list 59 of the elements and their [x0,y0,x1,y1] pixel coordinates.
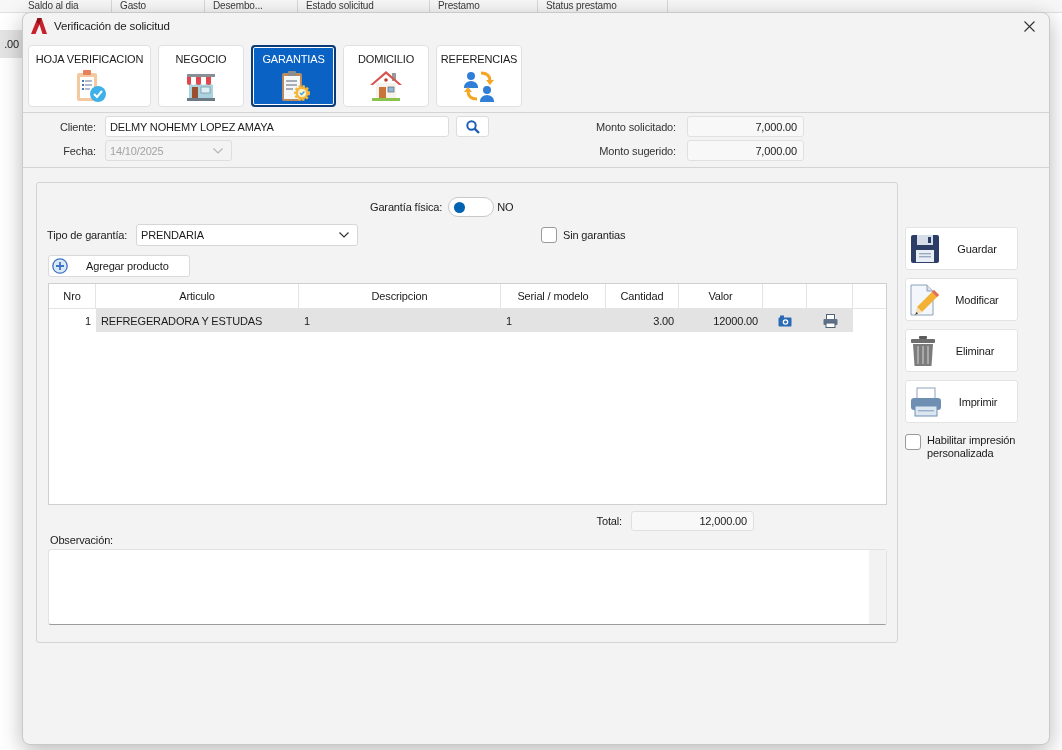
toggle-switch[interactable] [448,197,495,217]
search-icon [465,119,480,134]
field-label: Tipo de garantía: [47,229,129,241]
close-icon [1023,20,1035,32]
plus-circle-icon [52,258,68,274]
table-row[interactable]: 1 REFREGERADORA Y ESTUDAS 1 1 3.00 12000.00 [49,309,853,332]
column-header: Articulo [96,284,299,308]
column-header: Nro [49,284,96,308]
document-pencil-icon [910,283,940,316]
checkbox-label: Habilitar impresión personalizada [927,434,1017,460]
table-row[interactable]: .00 [0,30,22,58]
client-field[interactable]: DELMY NOHEMY LOPEZ AMAYA [105,116,449,137]
table-cell-text: 3.00 [652,313,675,329]
table-cell-text: 1 [303,313,311,329]
tab[interactable]: DOMICILIO [343,45,429,107]
toggle-state-text: NO [497,201,514,213]
field-label: Monto sugerido: [598,144,676,157]
checkbox-label: Sin garantias [563,229,626,241]
column-header: Descripcion [299,284,501,308]
field-label: Total: [595,515,622,527]
camera-icon[interactable] [778,314,792,327]
field-label: Garantía física: [370,201,443,213]
table-cell-text: 12000.00 [712,313,759,329]
column-header: Serial / modelo [501,284,606,308]
chevron-down-icon [339,232,349,238]
table-cell: 1 [49,309,96,332]
column-header: Valor [679,284,763,308]
guarantee-type-dropdown[interactable]: PRENDARIA [136,224,358,246]
tab[interactable]: HOJA VERIFICACION [28,45,151,107]
printer-icon [910,386,942,417]
table-cell-text: 1 [505,313,513,329]
field-label: Fecha: [62,144,96,157]
field-label: Observación: [50,534,113,547]
field-label: Cliente: [58,120,96,133]
table-cell-text: REFREGERADORA Y ESTUDAS [100,313,264,329]
action-button[interactable]: Guardar [905,227,1018,270]
tab[interactable]: NEGOCIO [158,45,244,107]
people-arrows-icon [462,69,496,103]
column-header: Cantidad [606,284,679,308]
total-field[interactable]: 12,000.00 [631,511,754,531]
logo-icon [31,18,47,34]
search-button[interactable] [456,116,489,137]
amount-field[interactable]: 7,000.00 [687,116,804,137]
checkbox[interactable] [541,227,557,243]
tab[interactable]: GARANTIAS [251,45,336,107]
add-product-button[interactable]: Agregar producto [48,255,190,277]
field-label: Monto solicitado: [595,120,676,133]
amount-field[interactable]: 7,000.00 [687,140,804,161]
house-icon [369,69,403,103]
trash-icon [910,334,936,367]
table-cell-text: .00 [4,38,20,50]
tab[interactable]: REFERENCIAS [436,45,522,107]
checkbox[interactable] [905,434,921,450]
window-title: Verificación de solicitud [54,20,170,32]
action-button[interactable]: Imprimir [905,380,1018,423]
printer-icon[interactable] [822,313,838,328]
action-button[interactable]: Eliminar [905,329,1018,372]
chevron-down-icon [213,147,223,154]
action-button[interactable]: Modificar [905,278,1018,321]
